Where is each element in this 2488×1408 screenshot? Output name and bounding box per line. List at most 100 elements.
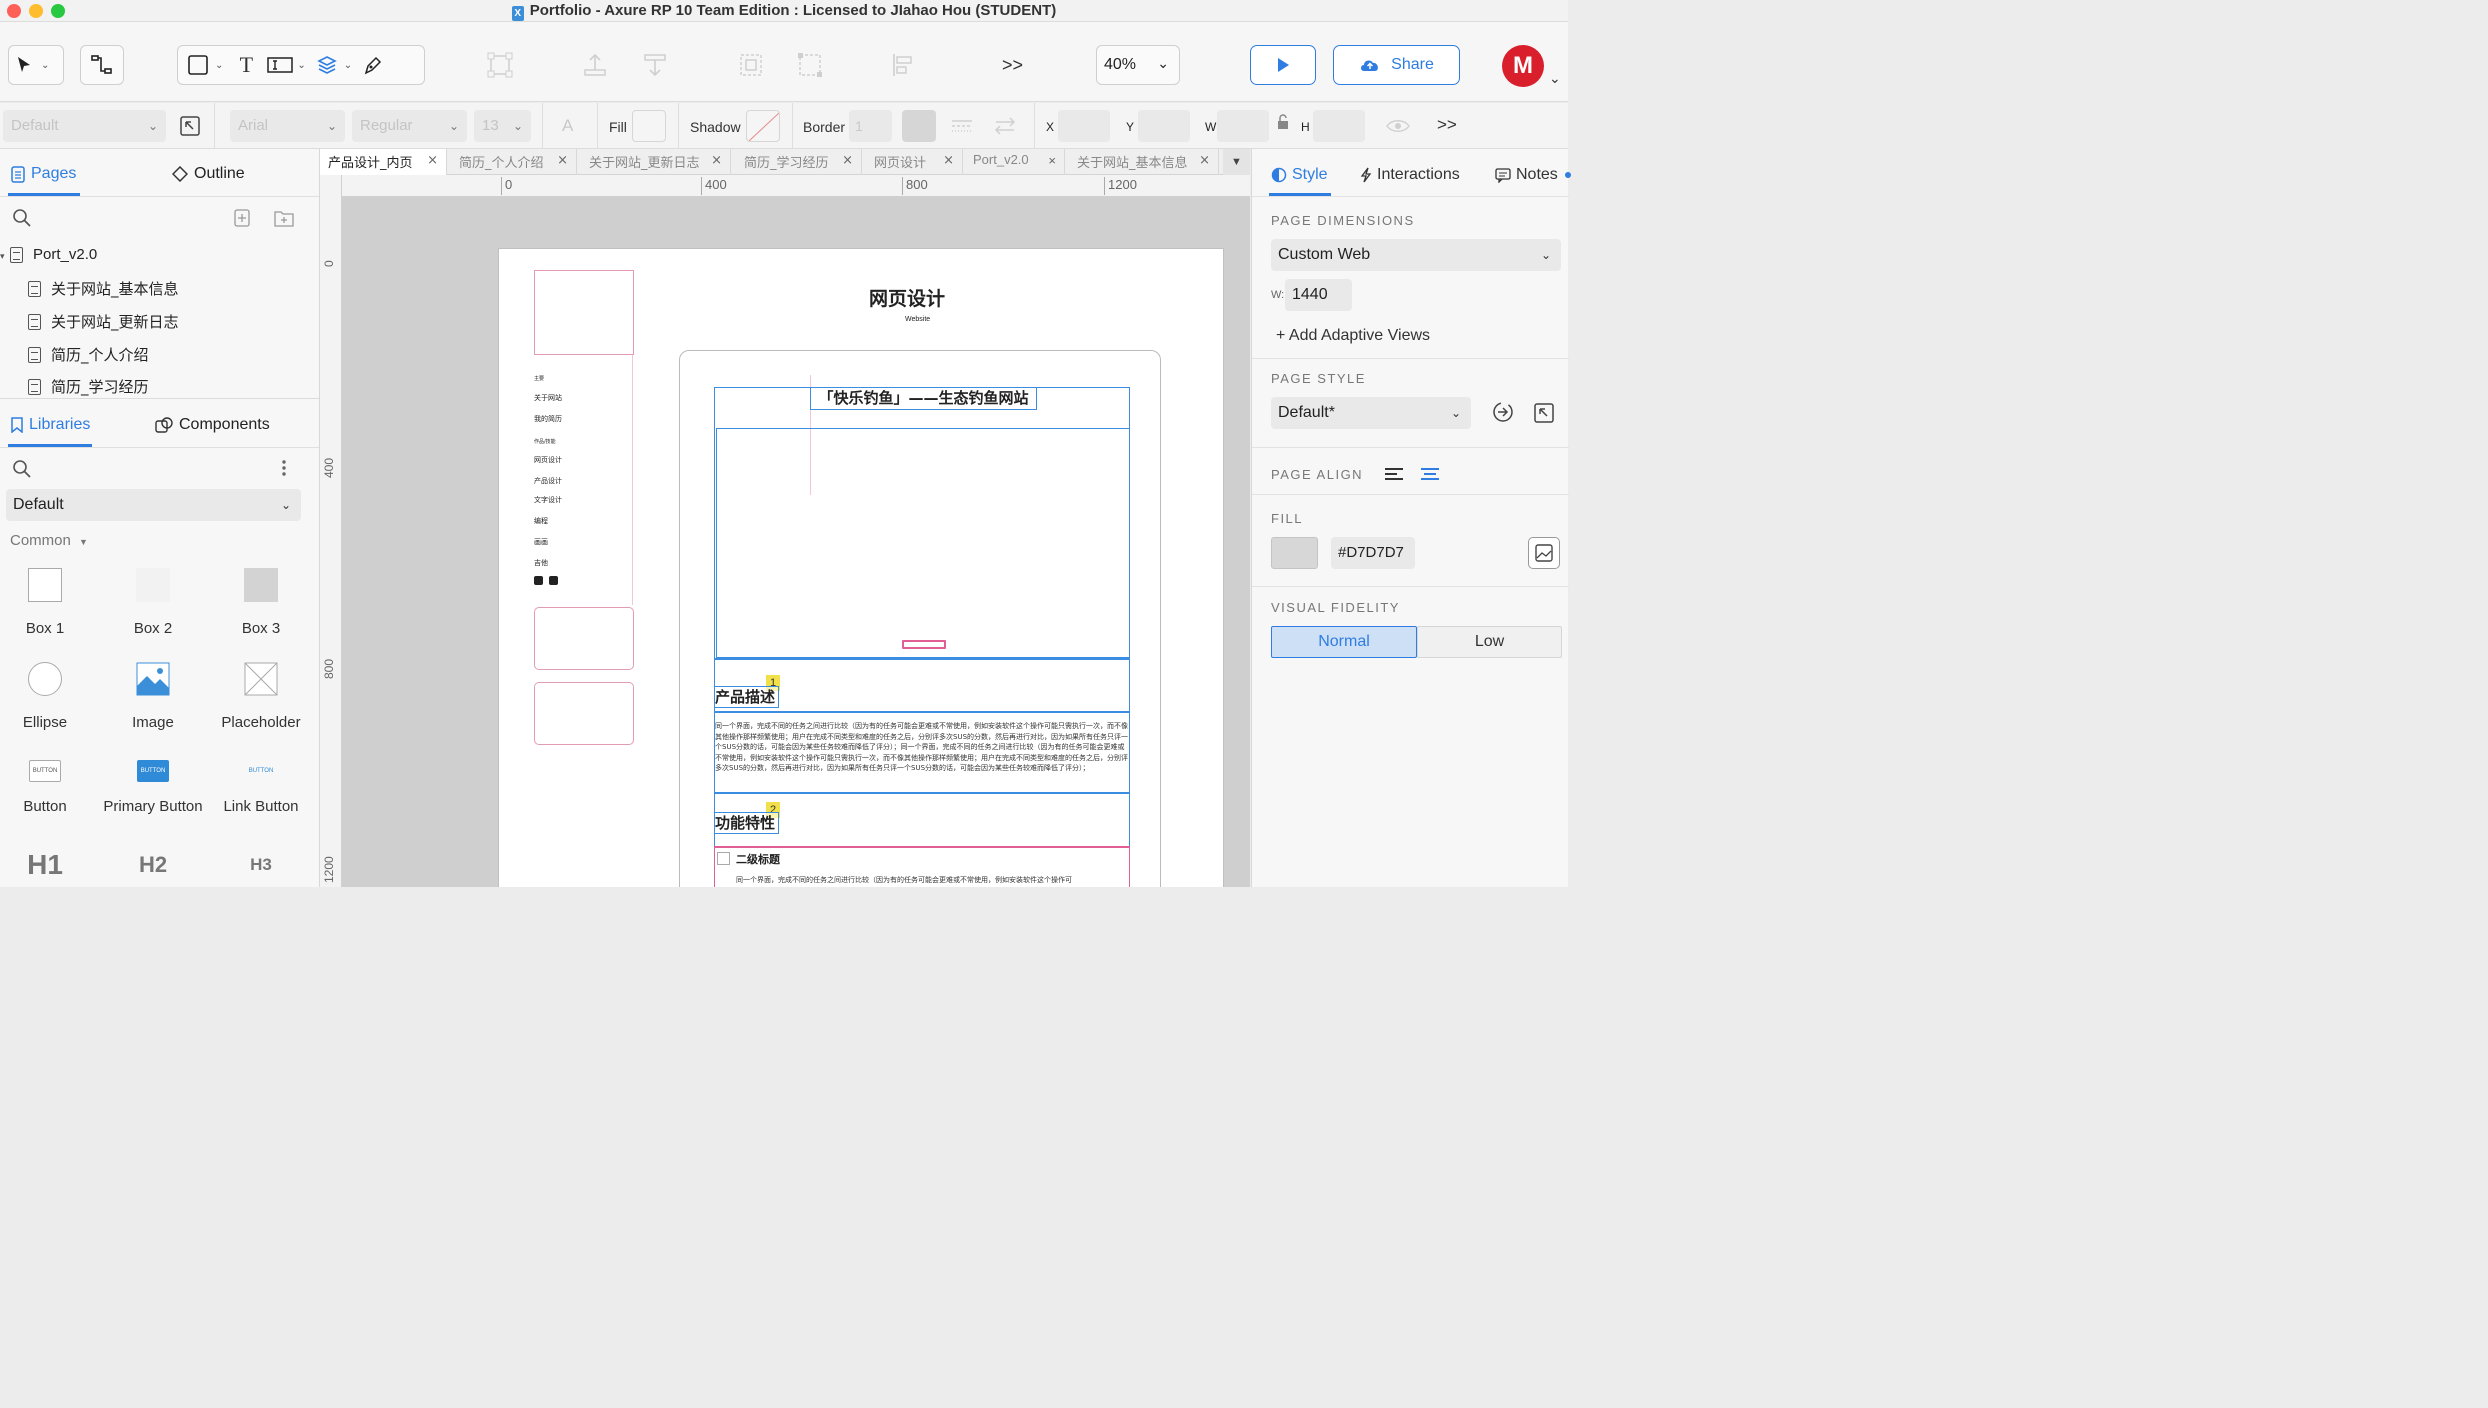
chevron-down-icon[interactable]: ⌄ [344, 60, 352, 71]
h-field[interactable] [1313, 110, 1365, 142]
ungroup-icon[interactable] [736, 50, 766, 80]
font-weight-select[interactable]: Regular ⌄ [352, 110, 467, 142]
section-title-features[interactable]: 功能特性 [714, 812, 779, 834]
x-field[interactable] [1058, 110, 1110, 142]
align-left-icon[interactable] [1384, 466, 1404, 487]
tab-notes[interactable]: Notes [1495, 166, 1571, 184]
close-tab-icon[interactable]: × [711, 153, 722, 168]
fill-hex-field[interactable]: #D7D7D7 [1331, 537, 1415, 569]
page-dimensions-select[interactable]: Custom Web ⌄ [1271, 239, 1561, 271]
shadow-swatch[interactable] [746, 110, 780, 142]
library-select[interactable]: Default ⌄ [6, 489, 301, 521]
close-tab-icon[interactable]: × [427, 153, 438, 168]
logo-placeholder[interactable] [534, 270, 634, 355]
distribute-icon[interactable] [888, 50, 918, 80]
style-manager-icon[interactable] [180, 116, 200, 141]
connector-tool-button[interactable] [80, 45, 124, 85]
visibility-eye-icon[interactable] [1386, 118, 1410, 139]
tabs-overflow-button[interactable]: ▼ [1223, 149, 1250, 175]
font-family-select[interactable]: Arial ⌄ [230, 110, 345, 142]
fill-image-button[interactable] [1528, 537, 1560, 569]
widget-h1[interactable]: H1 [0, 849, 99, 889]
side-nav-item[interactable]: 吉他 [534, 558, 548, 568]
widget-box2[interactable]: Box 2 [99, 568, 207, 648]
w-field[interactable] [1217, 110, 1269, 142]
add-folder-icon[interactable] [274, 209, 294, 232]
apply-style-icon[interactable] [1492, 401, 1514, 428]
page-tree-root[interactable]: Port_v2.0 [10, 246, 97, 263]
chevron-down-icon[interactable]: ⌄ [215, 60, 223, 71]
add-page-icon[interactable] [234, 209, 250, 232]
tab-interactions[interactable]: Interactions [1360, 166, 1460, 184]
page-tree-item[interactable]: 简历_个人介绍 [28, 344, 149, 365]
chevron-down-icon[interactable]: ⌄ [297, 60, 305, 71]
style-manager-icon[interactable] [1534, 403, 1554, 428]
text-style-icon[interactable]: A [562, 116, 573, 136]
close-tab-icon[interactable]: × [943, 153, 954, 168]
checkbox-placeholder[interactable] [717, 852, 730, 865]
widget-ellipse[interactable]: Ellipse [0, 662, 99, 742]
add-adaptive-views-link[interactable]: + Add Adaptive Views [1276, 327, 1430, 345]
y-field[interactable] [1138, 110, 1190, 142]
pen-tool-icon[interactable] [358, 50, 388, 80]
send-back-icon[interactable] [640, 50, 670, 80]
widget-button[interactable]: BUTTON Button [0, 760, 99, 840]
page-width-field[interactable]: 1440 [1285, 279, 1352, 311]
select-tool-button[interactable]: ⌄ [8, 45, 64, 85]
close-tab-icon[interactable]: × [557, 153, 568, 168]
side-nav-item[interactable]: 产品设计 [534, 476, 562, 486]
widget-h2[interactable]: H2 [99, 852, 207, 892]
fidelity-normal-option[interactable]: Normal [1271, 626, 1417, 658]
border-color-swatch[interactable] [902, 110, 936, 142]
close-tab-icon[interactable]: × [1048, 153, 1056, 168]
social-icon[interactable] [534, 576, 543, 585]
align-icon[interactable] [795, 50, 825, 80]
tab-page[interactable]: 简历_个人介绍 × [451, 149, 577, 175]
side-card-placeholder[interactable] [534, 682, 634, 745]
close-tab-icon[interactable]: × [1199, 153, 1210, 168]
more-tools-button[interactable]: >> [1002, 55, 1023, 76]
widget-primary-button[interactable]: BUTTON Primary Button [99, 760, 207, 840]
tab-pages[interactable]: Pages [11, 165, 76, 183]
carousel-indicator[interactable] [902, 640, 946, 649]
more-format-button[interactable]: >> [1437, 115, 1457, 135]
tab-libraries[interactable]: Libraries [11, 416, 90, 434]
tab-style[interactable]: Style [1271, 166, 1328, 184]
close-tab-icon[interactable]: × [842, 153, 853, 168]
design-canvas[interactable]: 主要 关于网站 我的简历 作品/技能 网页设计 产品设计 文字设计 编程 画画 … [342, 197, 1250, 887]
tab-page[interactable]: 网页设计 × [866, 149, 963, 175]
field-tool-icon[interactable] [265, 50, 295, 80]
side-nav-item[interactable]: 文字设计 [534, 495, 562, 505]
tab-page[interactable]: 关于网站_基本信息 × [1069, 149, 1219, 175]
border-style-icon[interactable] [951, 118, 973, 139]
page-style-select[interactable]: Default* ⌄ [1271, 397, 1471, 429]
project-title[interactable]: 「快乐钓鱼」——生态钓鱼网站 [810, 387, 1037, 410]
tab-page[interactable]: 产品设计_内页 × [320, 149, 447, 175]
share-button[interactable]: Share [1333, 45, 1460, 85]
widget-box1[interactable]: Box 1 [0, 568, 99, 648]
tab-outline[interactable]: Outline [172, 165, 245, 183]
section-title-description[interactable]: 产品描述 [714, 686, 779, 708]
more-options-icon[interactable] [281, 458, 287, 483]
tab-page[interactable]: 简历_学习经历 × [736, 149, 862, 175]
side-nav-item[interactable]: 编程 [534, 516, 548, 526]
bring-front-icon[interactable] [580, 50, 610, 80]
widget-image[interactable]: Image [99, 662, 207, 742]
page-tree-item[interactable]: 关于网站_基本信息 [28, 278, 179, 299]
zoom-select[interactable]: 40% ⌄ [1096, 45, 1180, 85]
align-center-icon[interactable] [1420, 466, 1440, 487]
widget-link-button[interactable]: BUTTON Link Button [207, 760, 315, 840]
tab-components[interactable]: Components [155, 416, 270, 434]
layers-icon[interactable] [312, 50, 342, 80]
category-header[interactable]: Common ▼ [10, 532, 88, 549]
hero-image-placeholder[interactable] [716, 428, 1130, 658]
border-width-field[interactable]: 1 [849, 110, 892, 142]
fill-swatch[interactable] [632, 110, 666, 142]
page-tree-item[interactable]: 关于网站_更新日志 [28, 311, 179, 332]
group-icon[interactable] [485, 50, 515, 80]
avatar[interactable]: M [1502, 45, 1544, 87]
lock-icon[interactable] [1276, 114, 1290, 135]
side-nav-item[interactable]: 画画 [534, 537, 548, 547]
text-tool-icon[interactable]: T [231, 50, 261, 80]
social-icon[interactable] [549, 576, 558, 585]
